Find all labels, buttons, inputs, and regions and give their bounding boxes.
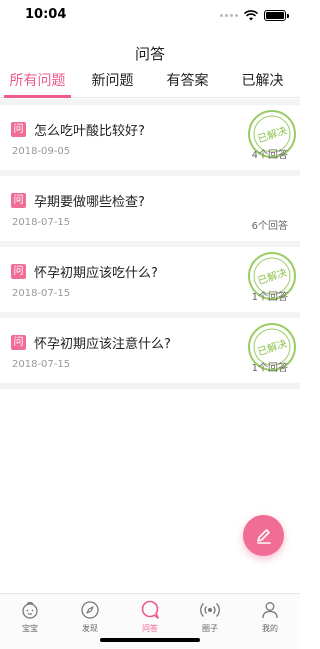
question-item[interactable]: 问 怎么吃叶酸比较好? 2018-09-05 已解决 4个回答 (0, 105, 300, 170)
question-date: 2018-07-15 (12, 359, 71, 370)
question-date: 2018-07-15 (12, 288, 71, 299)
home-indicator (100, 638, 200, 642)
resolved-stamp-label: 已解决 (256, 266, 289, 288)
compass-icon (79, 599, 101, 621)
question-item[interactable]: 问 孕期要做哪些检查? 2018-07-15 6个回答 (0, 176, 300, 241)
tab-bar-item-me[interactable]: 我的 (240, 594, 300, 649)
answer-count: 1个回答 (251, 292, 288, 303)
tab-answered[interactable]: 有答案 (150, 66, 225, 97)
tab-bar-label: 发现 (82, 624, 98, 633)
resolved-stamp-label: 已解决 (256, 124, 289, 146)
question-icon: 问 (11, 335, 26, 350)
tab-bar-label: 我的 (262, 624, 278, 633)
status-icons (220, 10, 289, 21)
question-item[interactable]: 问 怀孕初期应该吃什么? 2018-07-15 已解决 1个回答 (0, 247, 300, 312)
answer-count: 4个回答 (251, 150, 288, 161)
divider (0, 383, 300, 389)
tab-bar-label: 宝宝 (22, 624, 38, 633)
question-title: 怎么吃叶酸比较好? (34, 124, 145, 139)
tab-resolved[interactable]: 已解决 (225, 66, 300, 97)
question-date: 2018-09-05 (12, 146, 71, 157)
status-time: 10:04 (25, 7, 67, 22)
filter-tabs: 所有问题 新问题 有答案 已解决 (0, 66, 300, 98)
tab-bar-label: 圈子 (202, 624, 218, 633)
question-title: 怀孕初期应该注意什么? (34, 337, 171, 352)
user-icon (259, 599, 281, 621)
tab-bar-item-baby[interactable]: 宝宝 (0, 594, 60, 649)
question-title: 孕期要做哪些检查? (34, 195, 145, 210)
question-title: 怀孕初期应该吃什么? (34, 266, 158, 281)
answer-count: 1个回答 (251, 363, 288, 374)
resolved-stamp-label: 已解决 (256, 337, 289, 359)
signal-dots-icon (220, 14, 238, 17)
page-title: 问答 (134, 45, 165, 63)
answer-count: 6个回答 (251, 221, 288, 232)
question-date: 2018-07-15 (12, 217, 71, 228)
question-list: 问 怎么吃叶酸比较好? 2018-09-05 已解决 4个回答 问 孕期要做哪些… (0, 99, 300, 389)
baby-icon (19, 599, 41, 621)
tab-all-questions[interactable]: 所有问题 (0, 66, 75, 98)
question-item[interactable]: 问 怀孕初期应该注意什么? 2018-07-15 已解决 1个回答 (0, 318, 300, 383)
status-bar: 10:04 (0, 0, 300, 34)
wifi-icon (244, 10, 258, 21)
question-icon: 问 (11, 122, 26, 137)
question-icon: 问 (11, 264, 26, 279)
ask-question-button[interactable] (243, 515, 284, 556)
question-icon: 问 (11, 193, 26, 208)
tab-new-questions[interactable]: 新问题 (75, 66, 150, 97)
battery-icon (264, 10, 289, 21)
edit-icon (256, 528, 271, 544)
chat-bubble-icon (139, 599, 161, 621)
tab-bar-label: 问答 (142, 624, 158, 633)
broadcast-icon (199, 599, 221, 621)
